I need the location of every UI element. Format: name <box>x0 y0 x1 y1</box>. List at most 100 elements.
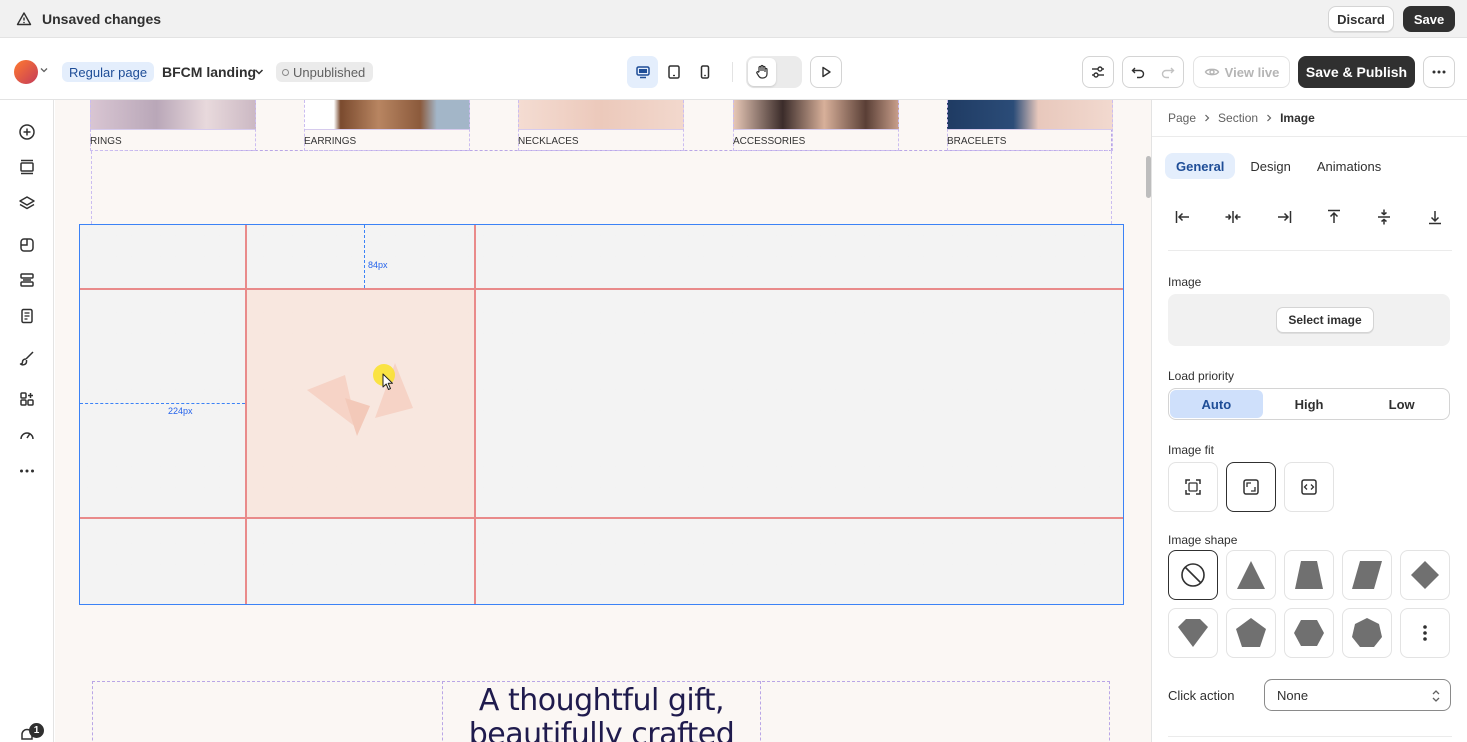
load-priority-low[interactable]: Low <box>1355 390 1448 418</box>
align-left-icon <box>1175 211 1189 223</box>
more-horizontal-icon <box>20 469 34 473</box>
category-card-bracelets[interactable]: BRACELETS <box>947 100 1113 151</box>
layers-button[interactable] <box>17 193 37 213</box>
hand-tool-button[interactable] <box>748 58 776 86</box>
image-picker: Select image <box>1168 294 1450 346</box>
assets-button[interactable] <box>17 235 37 255</box>
align-center-horizontal-button[interactable] <box>1220 204 1246 230</box>
sections-button[interactable] <box>17 157 37 177</box>
align-center-vertical-button[interactable] <box>1371 204 1397 230</box>
preview-play-button[interactable] <box>810 56 842 88</box>
shape-trapezoid-button[interactable] <box>1284 550 1334 600</box>
chevron-down-icon[interactable] <box>40 66 48 74</box>
settings-panel: Page Section Image General Design Animat… <box>1151 100 1467 742</box>
performance-button[interactable] <box>17 425 37 445</box>
click-action-label: Click action <box>1168 688 1235 703</box>
shape-pentagon-button[interactable] <box>1226 608 1276 658</box>
heptagon-icon <box>1352 618 1382 647</box>
click-action-select[interactable]: None <box>1264 679 1451 711</box>
page-name-selector[interactable]: BFCM landing <box>162 64 256 80</box>
pages-button[interactable] <box>17 306 37 326</box>
shape-hexagon-button[interactable] <box>1284 608 1334 658</box>
tab-design[interactable]: Design <box>1239 153 1301 179</box>
shape-triangle-button[interactable] <box>1226 550 1276 600</box>
more-actions-button[interactable] <box>1423 56 1455 88</box>
spacing-label-horizontal: 224px <box>168 406 193 416</box>
image-placeholder-icon <box>307 363 413 436</box>
cube-icon <box>20 238 34 252</box>
panel-divider <box>1168 250 1452 251</box>
sliders-icon <box>1092 66 1104 78</box>
align-center-horizontal-icon <box>1225 211 1241 223</box>
category-label: ACCESSORIES <box>733 136 806 147</box>
load-priority-control: Auto High Low <box>1168 388 1450 420</box>
guide-line-vertical <box>245 225 247 604</box>
category-card-necklaces[interactable]: NECKLACES <box>518 100 684 151</box>
page-type-badge: Regular page <box>62 62 155 82</box>
breadcrumb-page[interactable]: Page <box>1168 111 1196 125</box>
image-fit-cover-button[interactable] <box>1168 462 1218 512</box>
shape-gem-button[interactable] <box>1168 608 1218 658</box>
align-right-button[interactable] <box>1271 204 1297 230</box>
align-bottom-button[interactable] <box>1422 204 1448 230</box>
category-card-earrings[interactable]: EARRINGS <box>304 100 470 151</box>
device-switcher <box>627 56 721 88</box>
spacing-label-vertical: 84px <box>368 260 388 270</box>
warning-icon <box>16 12 32 26</box>
data-button[interactable] <box>17 270 37 290</box>
gift-headline[interactable]: A thoughtful gift, beautifully crafted <box>442 684 761 742</box>
breadcrumb: Page Section Image <box>1168 111 1315 125</box>
mobile-view-button[interactable] <box>689 56 720 88</box>
undo-button[interactable] <box>1123 57 1153 87</box>
theme-styles-button[interactable] <box>17 348 37 368</box>
chevron-right-icon <box>1267 114 1272 122</box>
load-priority-high[interactable]: High <box>1263 390 1356 418</box>
more-shapes-button[interactable] <box>1400 608 1450 658</box>
shape-parallelogram-button[interactable] <box>1342 550 1392 600</box>
tablet-view-button[interactable] <box>658 56 689 88</box>
apps-button[interactable] <box>17 389 37 409</box>
align-left-button[interactable] <box>1170 204 1196 230</box>
shape-none-button[interactable] <box>1168 550 1218 600</box>
desktop-view-button[interactable] <box>627 56 658 88</box>
breadcrumb-image: Image <box>1280 111 1315 125</box>
fit-fill-icon <box>1301 479 1317 495</box>
selected-image-cell[interactable] <box>245 288 474 517</box>
view-live-label: View live <box>1224 64 1280 80</box>
shape-diamond-button[interactable] <box>1400 550 1450 600</box>
editor-canvas[interactable]: RINGS EARRINGS NECKLACES ACCESSORIES BRA… <box>55 100 1151 742</box>
guide-line-horizontal <box>80 517 1123 519</box>
redo-button[interactable] <box>1153 57 1183 87</box>
headline-line-1: A thoughtful gift, <box>478 683 725 718</box>
chevron-down-icon[interactable] <box>254 68 264 76</box>
category-card-rings[interactable]: RINGS <box>90 100 256 151</box>
image-fit-contain-button[interactable] <box>1226 462 1276 512</box>
mouse-pointer-icon <box>382 373 393 390</box>
more-tools-button[interactable] <box>17 461 37 481</box>
breadcrumb-section[interactable]: Section <box>1218 111 1258 125</box>
hexagon-icon <box>1294 620 1324 646</box>
settings-sliders-button[interactable] <box>1082 56 1114 88</box>
shape-heptagon-button[interactable] <box>1342 608 1392 658</box>
selected-grid-section[interactable]: 84px 224px <box>79 224 1124 605</box>
unsaved-changes-bar: Unsaved changes Discard Save <box>0 0 1467 38</box>
align-right-icon <box>1278 211 1292 223</box>
spacing-guide-vertical <box>364 225 365 288</box>
load-priority-auto[interactable]: Auto <box>1170 390 1263 418</box>
view-live-button[interactable]: View live <box>1193 56 1290 88</box>
select-image-button[interactable]: Select image <box>1276 307 1374 333</box>
select-arrows-icon <box>1432 690 1440 702</box>
align-top-button[interactable] <box>1321 204 1347 230</box>
tab-general[interactable]: General <box>1165 153 1236 179</box>
image-fit-fill-button[interactable] <box>1284 462 1334 512</box>
add-element-button[interactable] <box>17 122 37 142</box>
play-icon <box>822 66 831 78</box>
save-publish-button[interactable]: Save & Publish <box>1298 56 1415 88</box>
save-button[interactable]: Save <box>1403 6 1455 32</box>
hand-icon <box>756 64 768 79</box>
category-card-accessories[interactable]: ACCESSORIES <box>733 100 899 151</box>
guide-line-horizontal <box>80 288 1123 290</box>
discard-button[interactable]: Discard <box>1328 6 1394 32</box>
store-logo[interactable] <box>14 60 38 84</box>
tab-animations[interactable]: Animations <box>1306 153 1392 179</box>
